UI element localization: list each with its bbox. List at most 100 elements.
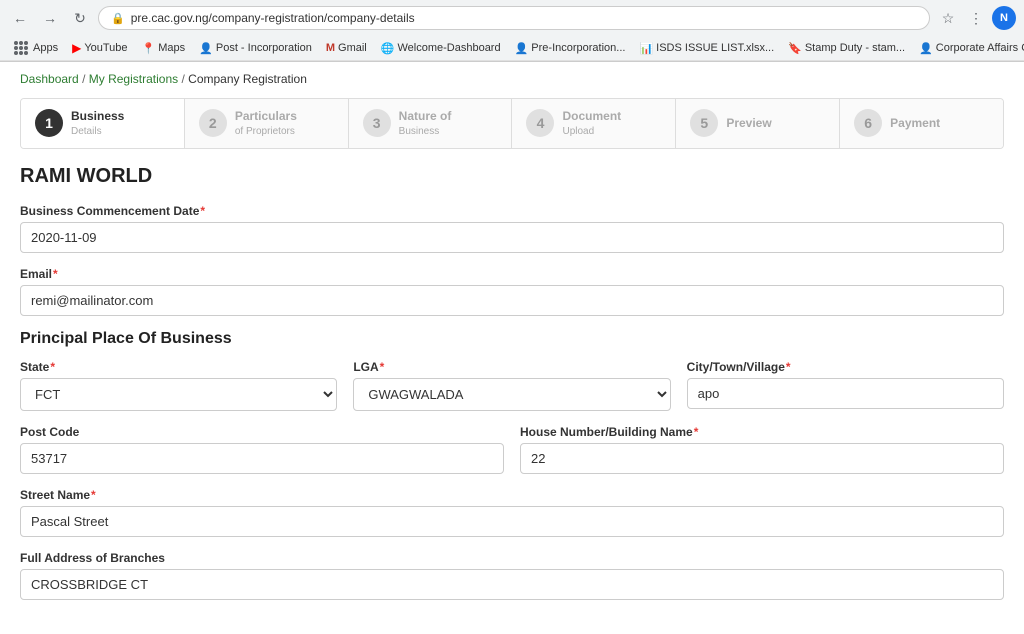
wizard-step-2[interactable]: 2 Particulars of Proprietors (185, 99, 349, 148)
principal-place-section-title: Principal Place Of Business (20, 330, 1004, 348)
welcome-icon: 🌐 (381, 42, 395, 55)
bookmark-maps[interactable]: 📍 Maps (136, 40, 192, 57)
search-button[interactable]: ⋮ (964, 6, 988, 30)
bookmark-stamp[interactable]: 🔖 Stamp Duty - stam... (782, 40, 911, 57)
corporate-icon: 👤 (919, 42, 933, 55)
apps-bookmark[interactable]: Apps (8, 39, 64, 57)
bookmark-isds[interactable]: 📊 ISDS ISSUE LIST.xlsx... (633, 40, 780, 57)
wizard-step-3[interactable]: 3 Nature of Business (349, 99, 513, 148)
company-name-heading: RAMI WORLD (20, 165, 1004, 188)
street-name-input[interactable] (20, 506, 1004, 537)
street-name-label: Street Name* (20, 488, 1004, 502)
step-2-sub: of Proprietors (235, 125, 297, 138)
gmail-label: Gmail (338, 42, 367, 54)
postcode-input[interactable] (20, 443, 504, 474)
step-2-number: 2 (199, 109, 227, 137)
bookmark-youtube[interactable]: ▶ YouTube (66, 39, 133, 57)
step-3-title: Nature of (399, 109, 452, 125)
step-3-sub: Business (399, 125, 452, 138)
wizard-step-4[interactable]: 4 Document Upload (512, 99, 676, 148)
wizard-step-1[interactable]: 1 Business Details (21, 99, 185, 148)
street-name-group: Street Name* (20, 488, 1004, 537)
step-1-title: Business (71, 109, 124, 125)
breadcrumb-sep-1: / (82, 72, 85, 86)
forward-button[interactable]: → (38, 6, 62, 30)
location-row: State* FCT LGA* GWAGWALADA City/Town/Vil… (20, 360, 1004, 411)
post-inc-icon: 👤 (199, 42, 213, 55)
email-input[interactable] (20, 285, 1004, 316)
url-text: pre.cac.gov.ng/company-registration/comp… (131, 11, 415, 25)
postcode-col: Post Code (20, 425, 504, 474)
step-4-number: 4 (526, 109, 554, 137)
step-wizard: 1 Business Details 2 Particulars of Prop… (20, 98, 1004, 149)
breadcrumb-dashboard[interactable]: Dashboard (20, 72, 79, 86)
bookmark-pre-inc[interactable]: 👤 Pre-Incorporation... (509, 40, 632, 57)
required-marker-3: * (50, 360, 55, 374)
profile-avatar[interactable]: N (992, 6, 1016, 30)
business-commencement-input[interactable] (20, 222, 1004, 253)
bookmark-post-incorporation[interactable]: 👤 Post - Incorporation (193, 40, 318, 57)
step-1-number: 1 (35, 109, 63, 137)
postcode-house-row: Post Code House Number/Building Name* (20, 425, 1004, 474)
step-1-sub: Details (71, 125, 124, 138)
step-5-title: Preview (726, 116, 771, 132)
bookmark-gmail[interactable]: M Gmail (320, 40, 373, 56)
isds-label: ISDS ISSUE LIST.xlsx... (656, 42, 774, 54)
step-2-label: Particulars of Proprietors (235, 109, 297, 138)
state-select[interactable]: FCT (20, 378, 337, 411)
corporate-label: Corporate Affairs C... (936, 42, 1024, 54)
city-col: City/Town/Village* (687, 360, 1004, 411)
pre-inc-icon: 👤 (515, 42, 529, 55)
house-number-label: House Number/Building Name* (520, 425, 1004, 439)
form-content: RAMI WORLD Business Commencement Date* E… (0, 165, 1024, 634)
city-input[interactable] (687, 378, 1004, 409)
bookmark-welcome[interactable]: 🌐 Welcome-Dashboard (375, 40, 507, 57)
business-commencement-group: Business Commencement Date* (20, 204, 1004, 253)
bookmarks-bar: Apps ▶ YouTube 📍 Maps 👤 Post - Incorpora… (0, 36, 1024, 61)
back-button[interactable]: ← (8, 6, 32, 30)
star-button[interactable]: ☆ (936, 6, 960, 30)
full-address-input[interactable] (20, 569, 1004, 600)
city-label: City/Town/Village* (687, 360, 1004, 374)
apps-grid-icon (14, 41, 28, 55)
youtube-label: YouTube (84, 42, 127, 54)
step-1-label: Business Details (71, 109, 124, 138)
lga-col: LGA* GWAGWALADA (353, 360, 670, 411)
step-4-label: Document Upload (562, 109, 621, 138)
full-address-label: Full Address of Branches (20, 551, 1004, 565)
required-marker-2: * (53, 267, 58, 281)
breadcrumb-my-registrations[interactable]: My Registrations (89, 72, 178, 86)
step-2-title: Particulars (235, 109, 297, 125)
house-number-input[interactable] (520, 443, 1004, 474)
bookmark-corporate[interactable]: 👤 Corporate Affairs C... (913, 40, 1024, 57)
browser-toolbar: ← → ↻ 🔒 pre.cac.gov.ng/company-registrat… (0, 0, 1024, 36)
postcode-label: Post Code (20, 425, 504, 439)
step-4-sub: Upload (562, 125, 621, 138)
stamp-icon: 🔖 (788, 42, 802, 55)
wizard-step-6[interactable]: 6 Payment (840, 99, 1003, 148)
lock-icon: 🔒 (111, 12, 125, 25)
browser-chrome: ← → ↻ 🔒 pre.cac.gov.ng/company-registrat… (0, 0, 1024, 62)
required-marker-7: * (91, 488, 96, 502)
post-inc-label: Post - Incorporation (216, 42, 312, 54)
required-marker-6: * (694, 425, 699, 439)
lga-label: LGA* (353, 360, 670, 374)
step-6-label: Payment (890, 116, 940, 132)
full-address-group: Full Address of Branches (20, 551, 1004, 600)
wizard-step-5[interactable]: 5 Preview (676, 99, 840, 148)
apps-label: Apps (33, 42, 58, 54)
maps-label: Maps (158, 42, 185, 54)
state-label: State* (20, 360, 337, 374)
required-marker-5: * (786, 360, 791, 374)
step-5-label: Preview (726, 116, 771, 132)
gmail-icon: M (326, 42, 335, 54)
maps-icon: 📍 (142, 42, 156, 55)
reload-button[interactable]: ↻ (68, 6, 92, 30)
isds-icon: 📊 (639, 42, 653, 55)
address-bar[interactable]: 🔒 pre.cac.gov.ng/company-registration/co… (98, 6, 930, 30)
youtube-icon: ▶ (72, 41, 81, 55)
lga-select[interactable]: GWAGWALADA (353, 378, 670, 411)
email-label: Email* (20, 267, 1004, 281)
breadcrumb: Dashboard / My Registrations / Company R… (0, 62, 1024, 92)
pre-inc-label: Pre-Incorporation... (531, 42, 625, 54)
